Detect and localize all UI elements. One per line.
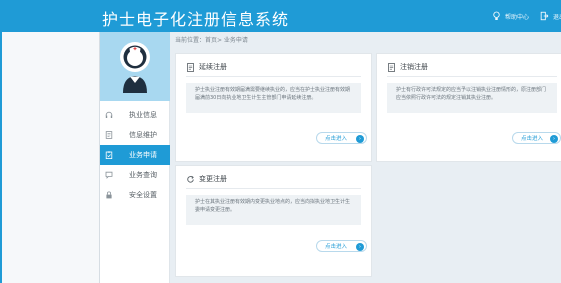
enter-button-label: 点击进入 — [325, 136, 348, 142]
cancel-enter-button[interactable]: 点击进入 › — [512, 132, 561, 144]
app-title: 护士电子化注册信息系统 — [102, 10, 290, 29]
main-content: 当前位置：首页> 业务申请 延续注册 护士执业注册有效期届满需要继续执业的，应当… — [170, 32, 561, 283]
divider — [186, 76, 361, 77]
card-header: 注销注册 — [387, 62, 428, 72]
card-cancel-registration: 注销注册 护士有行政许可法规定的应当予以注销执业注册情形的，原注册部门应当依照行… — [376, 53, 561, 162]
clipboard-icon — [105, 151, 113, 159]
card-title: 延续注册 — [199, 63, 227, 71]
card-change-registration: 变更注册 护士在其执业注册有效期内变更执业地点的，应当向拟执业地卫生计生委申请变… — [175, 165, 372, 277]
document-icon — [186, 62, 194, 72]
change-enter-button[interactable]: 点击进入 › — [316, 240, 367, 252]
help-center-label: 帮助中心 — [505, 13, 530, 21]
divider — [387, 76, 557, 77]
sidebar-item-label: 业务申请 — [129, 151, 157, 159]
enter-button-label: 点击进入 — [521, 136, 544, 142]
sidebar-item-info-maintenance[interactable]: 信息维护 — [100, 125, 170, 145]
left-accent-stripe — [0, 32, 2, 283]
card-title: 注销注册 — [400, 63, 428, 71]
card-description: 护士在其执业注册有效期内变更执业地点的，应当向拟执业地卫生计生委申请变更注册。 — [186, 195, 361, 225]
chevron-right-icon: › — [356, 243, 364, 251]
card-extend-registration: 延续注册 护士执业注册有效期届满需要继续执业的，应当在护士执业注册有效期届满前3… — [175, 53, 372, 162]
breadcrumb: 当前位置：首页> 业务申请 — [175, 37, 248, 44]
sidebar-item-label: 安全设置 — [129, 191, 157, 199]
sidebar-item-business-apply[interactable]: 业务申请 — [100, 145, 170, 165]
sidebar-item-practice-info[interactable]: 执业信息 — [100, 105, 170, 125]
sidebar-item-business-query[interactable]: 业务查询 — [100, 165, 170, 185]
logout-icon — [540, 11, 549, 21]
sidebar-item-label: 执业信息 — [129, 111, 157, 119]
logout-link[interactable]: 退出 — [540, 10, 561, 22]
chevron-right-icon: › — [356, 135, 364, 143]
card-header: 变更注册 — [186, 174, 227, 184]
chevron-right-icon: › — [550, 135, 558, 143]
left-panel — [0, 32, 100, 283]
profile-panel — [100, 32, 170, 101]
extend-enter-button[interactable]: 点击进入 › — [316, 132, 367, 144]
card-header: 延续注册 — [186, 62, 227, 72]
divider — [186, 188, 361, 189]
help-center-link[interactable]: 帮助中心 — [492, 10, 529, 22]
card-description: 护士执业注册有效期届满需要继续执业的，应当在护士执业注册有效期届满前30日向执业… — [186, 83, 361, 113]
sidebar-item-security-settings[interactable]: 安全设置 — [100, 185, 170, 205]
nurse-avatar-icon — [120, 42, 150, 93]
card-title: 变更注册 — [199, 175, 227, 183]
document-icon — [387, 62, 395, 72]
sidebar-item-label: 信息维护 — [129, 131, 157, 139]
lock-icon — [106, 191, 112, 199]
lightbulb-icon — [493, 11, 500, 20]
headset-icon — [105, 111, 113, 118]
sidebar: 执业信息 信息维护 业务申请 业务查询 安全设置 — [100, 32, 170, 283]
card-description: 护士有行政许可法规定的应当予以注销执业注册情形的，原注册部门应当依照行政许可法的… — [387, 83, 557, 113]
enter-button-label: 点击进入 — [325, 244, 348, 250]
top-bar: 护士电子化注册信息系统 帮助中心 退出 — [0, 0, 561, 32]
sidebar-item-label: 业务查询 — [129, 171, 157, 179]
chat-icon — [105, 171, 113, 179]
refresh-icon — [187, 175, 194, 183]
document-icon — [105, 131, 113, 139]
sidebar-menu: 执业信息 信息维护 业务申请 业务查询 安全设置 — [100, 105, 170, 205]
logout-label: 退出 — [553, 13, 561, 21]
